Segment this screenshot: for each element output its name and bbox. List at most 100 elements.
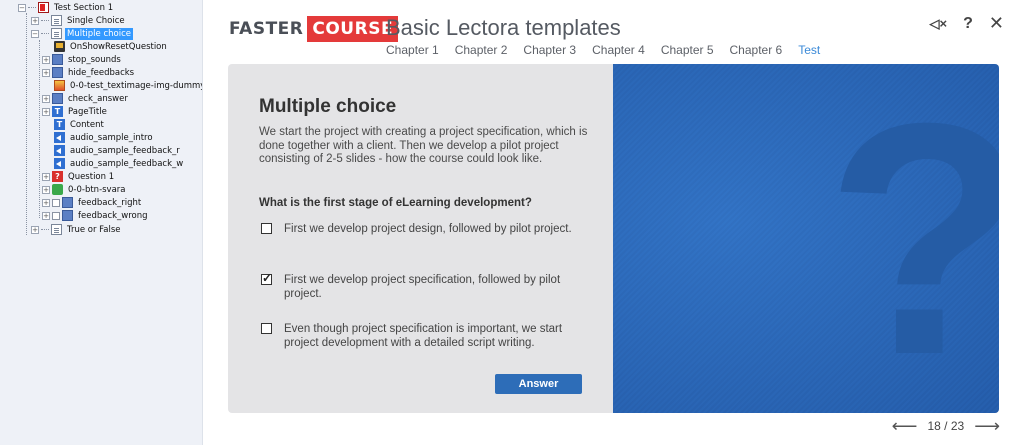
tree-item-btn-svara[interactable]: + 0-0-btn-svara <box>42 183 128 196</box>
tree-connector <box>28 7 36 8</box>
page-title: Multiple choice <box>259 96 397 117</box>
expand-icon[interactable]: + <box>31 16 39 25</box>
help-icon[interactable]: ? <box>963 15 973 33</box>
text-icon: T <box>54 119 65 130</box>
player-controls: ◁× ? ✕ <box>914 13 1004 34</box>
chapter-tab-2[interactable]: Chapter 2 <box>455 43 508 57</box>
collapse-icon[interactable]: − <box>18 3 26 12</box>
visibility-checkbox[interactable] <box>52 198 60 207</box>
tree-item-true-or-false[interactable]: + True or False <box>31 223 123 236</box>
group-icon <box>52 93 63 104</box>
tree-guide-line <box>39 40 40 218</box>
tree-connector <box>41 33 49 34</box>
section-icon <box>38 2 49 13</box>
checkbox-checked[interactable] <box>261 271 272 285</box>
tree-item-label: Content <box>70 119 104 130</box>
expand-icon[interactable]: + <box>42 198 50 207</box>
tree-item-label: Test Section 1 <box>54 2 114 13</box>
button-icon <box>52 184 63 195</box>
page-icon <box>51 28 62 39</box>
collapse-icon[interactable]: − <box>31 29 39 38</box>
tree-item-pagetitle[interactable]: + T PageTitle <box>42 105 109 118</box>
tree-item-test-section-1[interactable]: − Test Section 1 <box>18 1 115 14</box>
chapter-tab-5[interactable]: Chapter 5 <box>661 43 714 57</box>
tree-item-label: audio_sample_feedback_r <box>70 145 180 156</box>
tree-item-question-1[interactable]: + ? Question 1 <box>42 170 116 183</box>
page-icon <box>51 15 62 26</box>
checkbox[interactable] <box>261 223 272 234</box>
tree-item-label: stop_sounds <box>68 54 121 65</box>
audio-icon <box>54 132 65 143</box>
chapter-tab-6[interactable]: Chapter 6 <box>730 43 783 57</box>
tree-item-test-textimage-img-dummy[interactable]: 0-0-test_textimage-img-dummy <box>54 79 202 92</box>
group-icon <box>52 67 63 78</box>
tree-item-label: True or False <box>67 224 121 235</box>
question-mark-image: ? <box>613 64 999 413</box>
tree-item-audio-sample-feedback-r[interactable]: audio_sample_feedback_r <box>54 144 182 157</box>
question-panel: Multiple choice We start the project wit… <box>228 64 613 413</box>
expand-icon[interactable]: + <box>42 55 50 64</box>
tree-item-audio-sample-intro[interactable]: audio_sample_intro <box>54 131 155 144</box>
tree-item-onshowresetquestion[interactable]: OnShowResetQuestion <box>54 40 169 53</box>
tree-item-single-choice[interactable]: + Single Choice <box>31 14 127 27</box>
tree-item-label: PageTitle <box>68 106 107 117</box>
logo-text-faster: FASTER <box>229 19 304 39</box>
page-counter: 18 / 23 <box>927 419 965 433</box>
expand-icon[interactable]: + <box>31 225 39 234</box>
tree-item-label: feedback_wrong <box>78 210 148 221</box>
chapter-tab-test[interactable]: Test <box>798 43 820 57</box>
tree-item-label: hide_feedbacks <box>68 67 135 78</box>
question-text: What is the first stage of eLearning dev… <box>259 197 532 209</box>
tree-item-feedback-wrong[interactable]: + feedback_wrong <box>42 209 150 222</box>
expand-icon[interactable]: + <box>42 172 50 181</box>
answer-option-3[interactable]: Even though project specification is imp… <box>261 322 581 350</box>
tree-item-label: check_answer <box>68 93 128 104</box>
tree-item-label: Question 1 <box>68 171 115 182</box>
tree-item-label: Multiple choice <box>65 27 133 40</box>
tree-connector <box>41 229 49 230</box>
expand-icon[interactable]: + <box>42 185 50 194</box>
answer-option-1[interactable]: First we develop project design, followe… <box>261 222 581 236</box>
expand-icon[interactable]: + <box>42 107 50 116</box>
expand-icon[interactable]: + <box>42 211 50 220</box>
answer-option-label: First we develop project specification, … <box>284 274 561 300</box>
intro-text: We start the project with creating a pro… <box>259 126 588 165</box>
chapter-nav: Chapter 1 Chapter 2 Chapter 3 Chapter 4 … <box>386 43 836 57</box>
chapter-tab-1[interactable]: Chapter 1 <box>386 43 439 57</box>
action-icon <box>54 41 65 52</box>
tree-item-label: audio_sample_intro <box>70 132 153 143</box>
tree-item-label: 0-0-btn-svara <box>68 184 126 195</box>
answer-button[interactable]: Answer <box>495 374 582 394</box>
visibility-checkbox[interactable] <box>52 211 60 220</box>
tree-item-check-answer[interactable]: + check_answer <box>42 92 130 105</box>
tree-item-audio-sample-feedback-w[interactable]: audio_sample_feedback_w <box>54 157 185 170</box>
brand-logo: FASTER COURSE <box>229 16 399 42</box>
chapter-tab-4[interactable]: Chapter 4 <box>592 43 645 57</box>
expand-icon[interactable]: + <box>42 68 50 77</box>
checkbox[interactable] <box>261 323 272 334</box>
tree-item-multiple-choice[interactable]: − Multiple choice <box>31 27 133 40</box>
question-mark-icon: ? <box>825 74 999 404</box>
tree-item-label: feedback_right <box>78 197 142 208</box>
page-icon <box>51 224 62 235</box>
tree-item-hide-feedbacks[interactable]: + hide_feedbacks <box>42 66 136 79</box>
answer-option-label: First we develop project design, followe… <box>284 223 572 235</box>
next-arrow-icon[interactable]: ⟶ <box>974 417 1000 435</box>
answer-option-label: Even though project specification is imp… <box>284 323 563 349</box>
tree-item-label: OnShowResetQuestion <box>70 41 167 52</box>
close-icon[interactable]: ✕ <box>989 13 1004 34</box>
previous-arrow-icon[interactable]: ⟵ <box>892 417 918 435</box>
group-icon <box>62 197 73 208</box>
mute-icon[interactable]: ◁× <box>930 16 948 32</box>
expand-icon[interactable]: + <box>42 94 50 103</box>
tree-item-feedback-right[interactable]: + feedback_right <box>42 196 143 209</box>
tree-item-content[interactable]: T Content <box>54 118 106 131</box>
text-icon: T <box>52 106 63 117</box>
answer-option-2[interactable]: First we develop project specification, … <box>261 271 581 301</box>
audio-icon <box>54 158 65 169</box>
tree-connector <box>41 20 49 21</box>
tree-item-label: audio_sample_feedback_w <box>70 158 184 169</box>
chapter-tab-3[interactable]: Chapter 3 <box>523 43 576 57</box>
course-title: Basic Lectora templates <box>386 15 621 40</box>
tree-item-stop-sounds[interactable]: + stop_sounds <box>42 53 123 66</box>
